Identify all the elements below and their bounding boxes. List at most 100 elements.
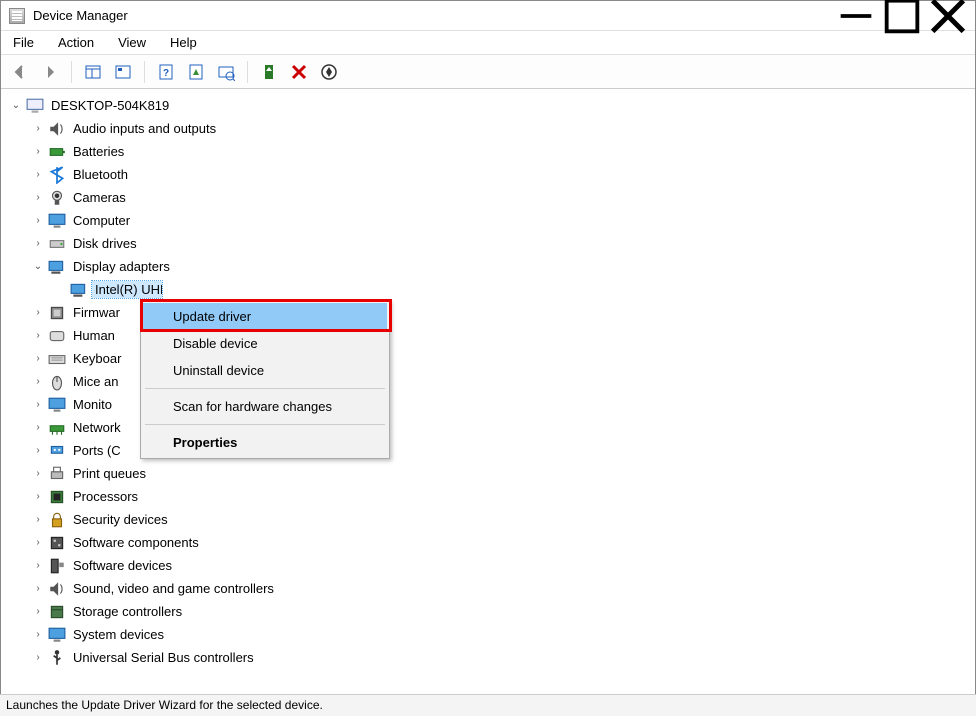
toolbar-separator bbox=[247, 61, 248, 83]
menu-help[interactable]: Help bbox=[166, 33, 201, 52]
close-button[interactable] bbox=[925, 1, 971, 31]
expand-icon[interactable]: › bbox=[32, 468, 44, 480]
ctx-update-driver[interactable]: Update driver bbox=[143, 303, 387, 330]
category-software-devices[interactable]: › Software devices bbox=[32, 554, 974, 577]
category-processors[interactable]: › Processors bbox=[32, 485, 974, 508]
category-audio[interactable]: › Audio inputs and outputs bbox=[32, 117, 974, 140]
category-storage-controllers[interactable]: › Storage controllers bbox=[32, 600, 974, 623]
network-icon bbox=[48, 419, 66, 437]
collapse-icon[interactable]: ⌄ bbox=[10, 100, 22, 112]
menu-bar: File Action View Help bbox=[1, 31, 975, 55]
expand-icon[interactable]: › bbox=[32, 399, 44, 411]
menu-file[interactable]: File bbox=[9, 33, 38, 52]
category-batteries[interactable]: › Batteries bbox=[32, 140, 974, 163]
expand-icon[interactable]: › bbox=[32, 238, 44, 250]
expand-icon[interactable]: › bbox=[32, 606, 44, 618]
disable-button[interactable] bbox=[316, 59, 342, 85]
menu-action[interactable]: Action bbox=[54, 33, 98, 52]
ctx-disable-device[interactable]: Disable device bbox=[143, 330, 387, 357]
expand-icon[interactable]: › bbox=[32, 445, 44, 457]
device-intel-uhd[interactable]: Intel(R) UHD Graphics bbox=[54, 278, 974, 301]
keyboard-icon bbox=[48, 350, 66, 368]
category-computer[interactable]: › Computer bbox=[32, 209, 974, 232]
window-title: Device Manager bbox=[33, 8, 833, 23]
status-text: Launches the Update Driver Wizard for th… bbox=[6, 698, 323, 712]
ctx-properties[interactable]: Properties bbox=[143, 429, 387, 456]
expand-icon[interactable]: › bbox=[32, 146, 44, 158]
expand-icon[interactable]: › bbox=[32, 514, 44, 526]
expand-icon[interactable]: › bbox=[32, 215, 44, 227]
menu-view[interactable]: View bbox=[114, 33, 150, 52]
tree-root-label[interactable]: DESKTOP-504K819 bbox=[48, 97, 172, 114]
minimize-button[interactable] bbox=[833, 1, 879, 31]
category-display-adapters[interactable]: ⌄ Display adapters bbox=[32, 255, 974, 278]
title-bar: Device Manager bbox=[1, 1, 975, 31]
display-adapter-icon bbox=[48, 258, 66, 276]
disk-icon bbox=[48, 235, 66, 253]
collapse-icon[interactable]: ⌄ bbox=[32, 261, 44, 273]
monitor-icon bbox=[48, 396, 66, 414]
category-bluetooth[interactable]: › Bluetooth bbox=[32, 163, 974, 186]
expand-icon[interactable]: › bbox=[32, 376, 44, 388]
category-security[interactable]: › Security devices bbox=[32, 508, 974, 531]
computer-icon bbox=[26, 97, 44, 115]
category-print-queues[interactable]: › Print queues bbox=[32, 462, 974, 485]
display-adapter-children: Intel(R) UHD Graphics bbox=[32, 278, 974, 301]
speaker-icon bbox=[48, 120, 66, 138]
show-hidden-button[interactable] bbox=[80, 59, 106, 85]
expand-icon[interactable]: › bbox=[32, 307, 44, 319]
storage-icon bbox=[48, 603, 66, 621]
mouse-icon bbox=[48, 373, 66, 391]
expand-icon[interactable]: › bbox=[32, 629, 44, 641]
bluetooth-icon bbox=[48, 166, 66, 184]
expand-icon[interactable]: › bbox=[32, 123, 44, 135]
toolbar: ? bbox=[1, 55, 975, 89]
context-menu: Update driver Disable device Uninstall d… bbox=[140, 300, 390, 459]
expand-icon[interactable]: › bbox=[32, 652, 44, 664]
app-icon bbox=[9, 8, 25, 24]
category-sound-video[interactable]: › Sound, video and game controllers bbox=[32, 577, 974, 600]
maximize-button[interactable] bbox=[879, 1, 925, 31]
usb-icon bbox=[48, 649, 66, 667]
category-cameras[interactable]: › Cameras bbox=[32, 186, 974, 209]
ctx-separator bbox=[145, 388, 385, 389]
camera-icon bbox=[48, 189, 66, 207]
uninstall-button[interactable] bbox=[286, 59, 312, 85]
ctx-scan-hardware[interactable]: Scan for hardware changes bbox=[143, 393, 387, 420]
toolbar-separator bbox=[71, 61, 72, 83]
toolbar-button-2[interactable] bbox=[110, 59, 136, 85]
printer-icon bbox=[48, 465, 66, 483]
tree-root[interactable]: ⌄ DESKTOP-504K819 bbox=[10, 94, 974, 117]
expand-icon[interactable]: › bbox=[32, 353, 44, 365]
properties-button[interactable] bbox=[183, 59, 209, 85]
help-button[interactable]: ? bbox=[153, 59, 179, 85]
expand-icon[interactable]: › bbox=[32, 537, 44, 549]
expand-icon[interactable]: › bbox=[32, 583, 44, 595]
expand-icon[interactable]: › bbox=[32, 192, 44, 204]
expand-icon[interactable]: › bbox=[32, 491, 44, 503]
expand-icon[interactable]: › bbox=[32, 330, 44, 342]
system-icon bbox=[48, 626, 66, 644]
battery-icon bbox=[48, 143, 66, 161]
category-disk-drives[interactable]: › Disk drives bbox=[32, 232, 974, 255]
window-controls bbox=[833, 1, 971, 31]
expander-spacer bbox=[54, 284, 66, 296]
expand-icon[interactable]: › bbox=[32, 169, 44, 181]
status-bar: Launches the Update Driver Wizard for th… bbox=[0, 694, 976, 716]
forward-button[interactable] bbox=[37, 59, 63, 85]
display-adapter-icon bbox=[70, 281, 88, 299]
speaker-icon bbox=[48, 580, 66, 598]
category-system-devices[interactable]: › System devices bbox=[32, 623, 974, 646]
software-device-icon bbox=[48, 557, 66, 575]
hid-icon bbox=[48, 327, 66, 345]
expand-icon[interactable]: › bbox=[32, 422, 44, 434]
update-driver-button[interactable] bbox=[256, 59, 282, 85]
toolbar-separator bbox=[144, 61, 145, 83]
category-software-components[interactable]: › Software components bbox=[32, 531, 974, 554]
category-usb[interactable]: › Universal Serial Bus controllers bbox=[32, 646, 974, 669]
expand-icon[interactable]: › bbox=[32, 560, 44, 572]
monitor-icon bbox=[48, 212, 66, 230]
back-button[interactable] bbox=[7, 59, 33, 85]
ctx-uninstall-device[interactable]: Uninstall device bbox=[143, 357, 387, 384]
scan-hardware-button[interactable] bbox=[213, 59, 239, 85]
